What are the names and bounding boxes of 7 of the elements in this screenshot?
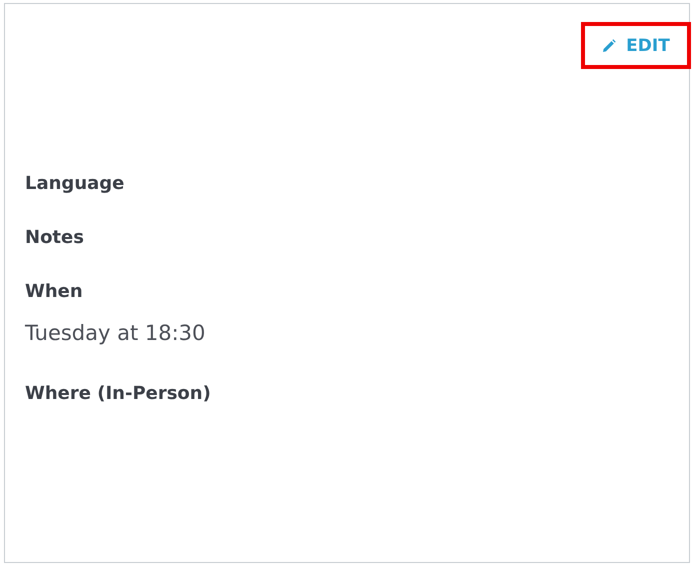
field-value: Tuesday at 18:30 (25, 320, 206, 346)
edit-button[interactable]: EDIT (598, 34, 674, 58)
field-label: Language (25, 172, 126, 196)
field-label: When (25, 280, 84, 304)
pencil-icon (602, 38, 616, 52)
field-label: Where (In-Person) (25, 382, 212, 406)
field-label: Notes (25, 226, 85, 250)
